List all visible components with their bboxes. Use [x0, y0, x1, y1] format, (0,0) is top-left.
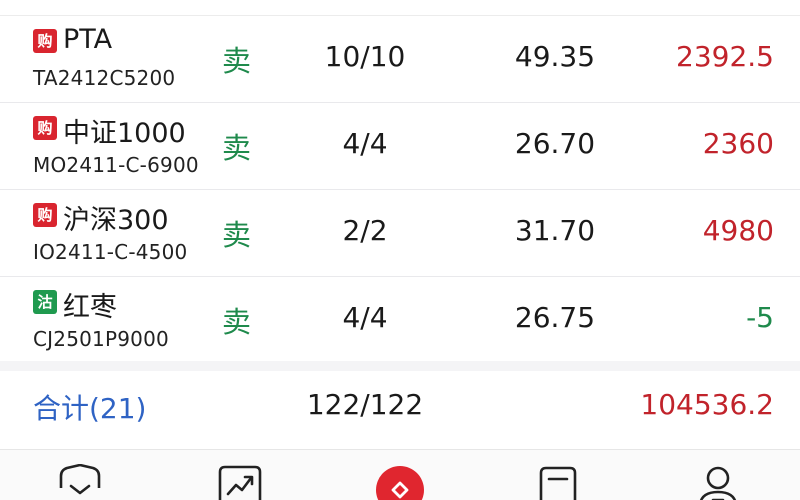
total-quantity: 122/122: [306, 388, 424, 421]
position-row[interactable]: 购 PTA TA2412C5200 卖 10/10 49.35 2392.5: [0, 16, 800, 103]
total-profit-loss: 104536.2: [640, 388, 774, 421]
contract-name: PTA: [63, 24, 113, 55]
top-strip: [0, 0, 800, 16]
tab-home[interactable]: [56, 464, 106, 500]
profit-loss: 4980: [702, 214, 774, 247]
position-quantity: 10/10: [324, 40, 406, 73]
profit-loss: 2392.5: [676, 40, 774, 73]
contract-code: CJ2501P9000: [33, 327, 169, 351]
call-badge: 购: [33, 116, 57, 140]
shield-check-icon: [59, 464, 101, 495]
tab-profile[interactable]: [696, 464, 746, 500]
contract-name: 中证1000: [63, 118, 186, 149]
call-badge: 购: [33, 29, 57, 53]
position-quantity: 4/4: [342, 127, 388, 160]
tab-market[interactable]: [216, 464, 266, 500]
position-row[interactable]: 购 中证1000 MO2411-C-6900 卖 4/4 26.70 2360: [0, 103, 800, 190]
profit-loss: 2360: [702, 127, 774, 160]
total-row: 合计(21) 122/122 104536.2: [0, 371, 800, 441]
contract-code: MO2411-C-6900: [33, 153, 199, 177]
direction-label: 卖: [222, 44, 252, 78]
average-price: 49.35: [514, 40, 596, 73]
profit-loss: -5: [746, 301, 774, 334]
position-row[interactable]: 沽 红枣 CJ2501P9000 卖 4/4 26.75 -5: [0, 277, 800, 361]
contract-code: TA2412C5200: [33, 66, 176, 90]
call-badge: 购: [33, 203, 57, 227]
trend-chart-icon: [218, 465, 262, 500]
total-label[interactable]: 合计(21): [33, 387, 146, 427]
direction-label: 卖: [222, 305, 252, 339]
tab-trade[interactable]: [376, 464, 426, 500]
section-divider: [0, 361, 800, 371]
contract-code: IO2411-C-4500: [33, 240, 188, 264]
contract-name: 红枣: [63, 292, 117, 323]
bottom-tab-bar: [0, 449, 800, 500]
document-icon: [539, 466, 577, 500]
put-badge: 沽: [33, 290, 57, 314]
average-price: 26.75: [514, 301, 596, 334]
average-price: 31.70: [514, 214, 596, 247]
direction-label: 卖: [222, 131, 252, 165]
direction-label: 卖: [222, 218, 252, 252]
position-quantity: 4/4: [342, 301, 388, 334]
trade-center-icon: [376, 466, 424, 500]
tab-orders[interactable]: [536, 464, 586, 500]
position-row[interactable]: 购 沪深300 IO2411-C-4500 卖 2/2 31.70 4980: [0, 190, 800, 277]
person-icon: [699, 466, 737, 500]
position-quantity: 2/2: [342, 214, 388, 247]
average-price: 26.70: [514, 127, 596, 160]
contract-name: 沪深300: [63, 205, 169, 236]
